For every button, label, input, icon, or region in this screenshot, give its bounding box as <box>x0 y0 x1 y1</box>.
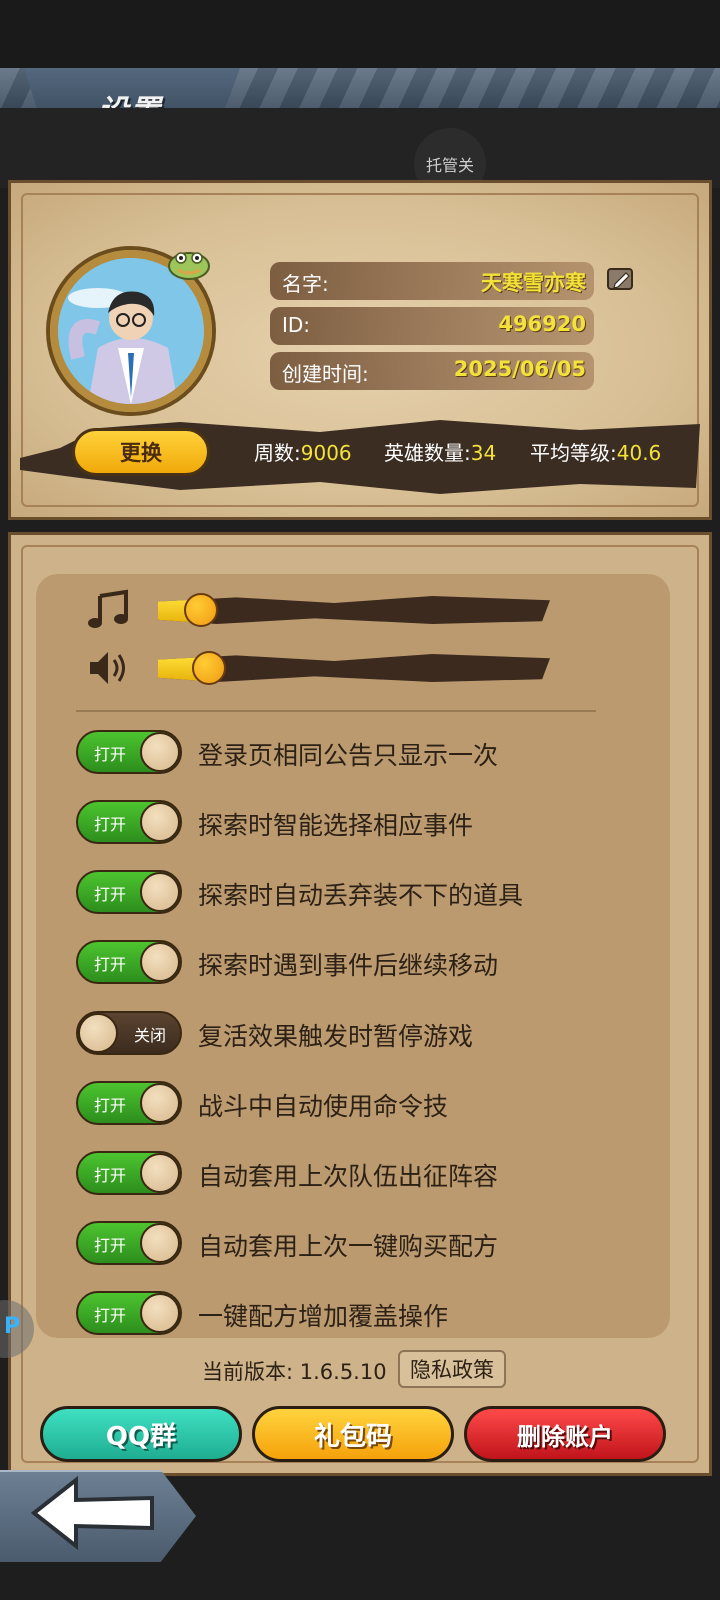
toggle-label: 战斗中自动使用命令技 <box>198 1092 449 1121</box>
name-label: 名字: <box>282 272 329 296</box>
stat-weeks-value: 9006 <box>300 441 352 465</box>
toggle-label: 一键配方增加覆盖操作 <box>198 1302 449 1331</box>
toggle-knob <box>140 942 180 982</box>
toggle-state-label: 打开 <box>94 1306 127 1325</box>
created-row: 创建时间: 2025/06/05 <box>270 352 594 390</box>
settings-divider <box>76 710 596 712</box>
gift-code-button[interactable]: 礼包码 <box>252 1406 454 1462</box>
stat-heroes-label: 英雄数量: <box>384 441 471 465</box>
toggle-label: 自动套用上次队伍出征阵容 <box>198 1162 499 1191</box>
created-value: 2025/06/05 <box>453 357 586 381</box>
toggle-switch[interactable]: 打开 <box>76 800 182 844</box>
header-dark-band <box>0 108 720 188</box>
toggle-state-label: 打开 <box>94 815 127 834</box>
created-label: 创建时间: <box>282 362 369 386</box>
toggle-switch[interactable]: 打开 <box>76 1081 182 1125</box>
toggle-knob <box>140 1083 180 1123</box>
toggle-switch[interactable]: 打开 <box>76 870 182 914</box>
stat-avg-level: 平均等级:40.6 <box>530 437 661 466</box>
stat-avg-level-label: 平均等级: <box>530 441 617 465</box>
qq-group-button[interactable]: QQ群 <box>40 1406 242 1462</box>
change-avatar-button[interactable]: 更换 <box>72 428 210 476</box>
toggle-state-label: 打开 <box>94 955 127 974</box>
toggle-state-label: 关闭 <box>133 1026 166 1045</box>
version-text: 当前版本: 1.6.5.10 <box>202 1360 387 1384</box>
toggle-label: 复活效果触发时暂停游戏 <box>198 1022 474 1051</box>
toggle-knob <box>140 1223 180 1263</box>
toggle-state-label: 打开 <box>94 1236 127 1255</box>
stat-heroes-value: 34 <box>470 441 497 465</box>
stat-avg-level-value: 40.6 <box>616 441 662 465</box>
toggle-label: 登录页相同公告只显示一次 <box>198 741 499 770</box>
privacy-policy-button[interactable]: 隐私政策 <box>398 1350 506 1388</box>
id-label: ID: <box>282 313 311 337</box>
toggle-knob <box>140 802 180 842</box>
music-volume-knob[interactable] <box>184 593 219 627</box>
toggle-knob <box>78 1013 118 1053</box>
speaker-icon <box>90 652 125 684</box>
stat-weeks-label: 周数: <box>254 441 301 465</box>
delete-account-button[interactable]: 删除账户 <box>464 1406 666 1462</box>
toggle-switch[interactable]: 打开 <box>76 1291 182 1335</box>
stat-heroes: 英雄数量:34 <box>384 437 496 466</box>
toggle-knob <box>140 1293 180 1333</box>
toggle-state-label: 打开 <box>94 745 127 764</box>
music-note-icon <box>88 589 128 628</box>
id-value: 496920 <box>498 312 586 336</box>
side-orb-text: P <box>4 1314 21 1339</box>
toggle-switch[interactable]: 打开 <box>76 730 182 774</box>
top-status-area <box>0 0 720 70</box>
toggle-knob <box>140 872 180 912</box>
toggle-label: 探索时自动丢弃装不下的道具 <box>198 881 524 910</box>
toggle-state-label: 打开 <box>94 885 127 904</box>
id-row: ID: 496920 <box>270 307 594 345</box>
toggle-knob <box>140 732 180 772</box>
toggle-label: 自动套用上次一键购买配方 <box>198 1232 499 1261</box>
name-value: 天寒雪亦寒 <box>481 271 586 295</box>
toggle-state-label: 打开 <box>94 1166 127 1185</box>
toggle-switch[interactable]: 打开 <box>76 940 182 984</box>
toggle-switch[interactable]: 打开 <box>76 1221 182 1265</box>
toggle-label: 探索时智能选择相应事件 <box>198 811 474 840</box>
back-arrow-icon <box>30 1476 154 1550</box>
sound-volume-knob[interactable] <box>191 651 226 685</box>
toggle-switch[interactable]: 关闭 <box>76 1011 182 1055</box>
toggle-knob <box>140 1153 180 1193</box>
stat-weeks: 周数:9006 <box>254 437 352 466</box>
toggle-label: 探索时遇到事件后继续移动 <box>198 951 499 980</box>
toggle-state-label: 打开 <box>94 1096 127 1115</box>
frog-badge-icon <box>168 252 210 280</box>
toggle-switch[interactable]: 打开 <box>76 1151 182 1195</box>
edit-icon[interactable] <box>606 266 636 292</box>
name-row: 名字: 天寒雪亦寒 <box>270 262 594 300</box>
